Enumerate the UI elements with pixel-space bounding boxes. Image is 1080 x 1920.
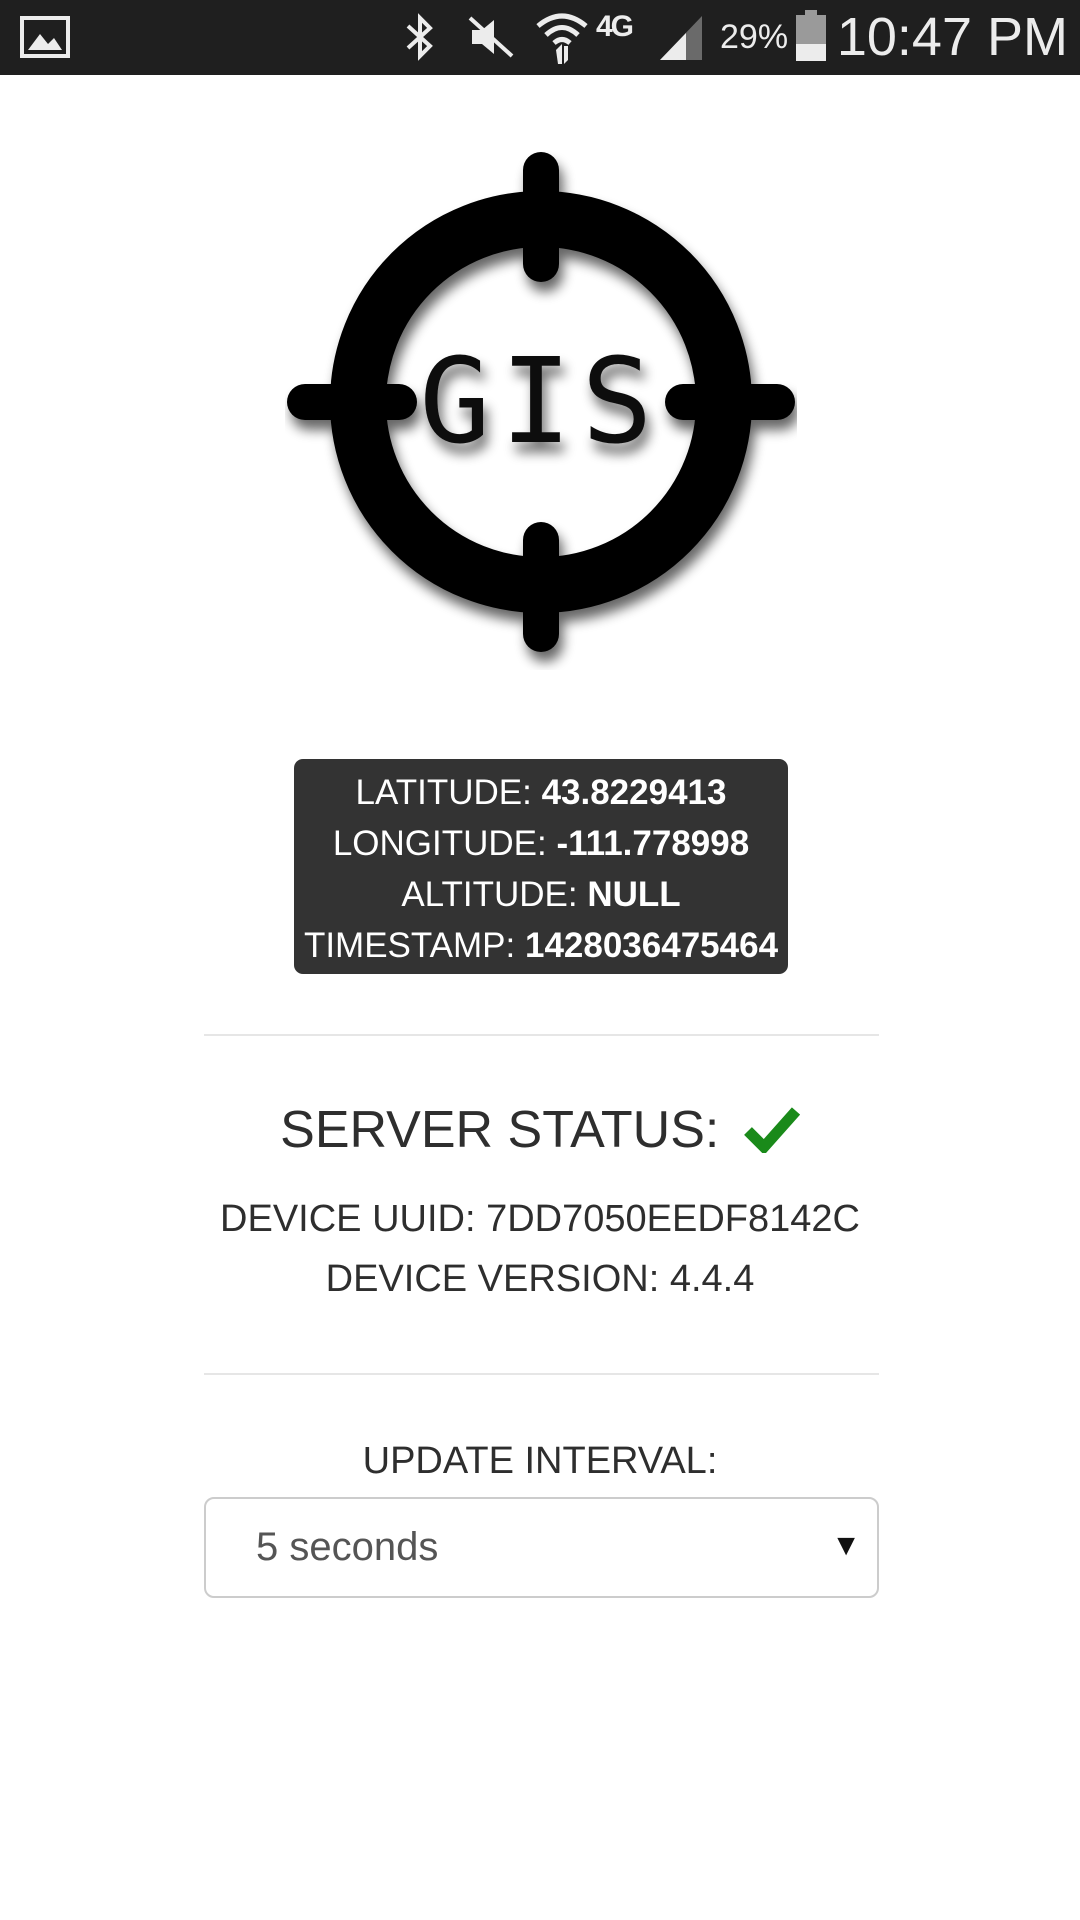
status-bar: 4G 29% 10:47 PM (0, 0, 1080, 75)
network-label: 4G (596, 10, 634, 43)
battery-percent: 29% (720, 18, 789, 56)
server-status-label: SERVER STATUS: (280, 1101, 720, 1159)
coordinates-panel: LATITUDE: 43.8229413 LONGITUDE: -111.778… (294, 759, 788, 974)
update-interval-value: 5 seconds (256, 1525, 439, 1569)
gallery-icon (20, 16, 70, 58)
check-icon (743, 1107, 800, 1153)
clock: 10:47 PM (836, 7, 1068, 67)
divider-top (204, 1034, 879, 1036)
server-status: SERVER STATUS: (0, 1100, 1080, 1160)
timestamp-row: TIMESTAMP: 1428036475464 (294, 920, 788, 971)
longitude-label: LONGITUDE: (332, 824, 547, 863)
divider-bottom (204, 1373, 879, 1375)
update-interval-select[interactable]: 5 seconds ▼ (204, 1497, 879, 1598)
altitude-label: ALTITUDE: (401, 875, 578, 914)
longitude-value: -111.778998 (556, 824, 750, 863)
timestamp-value: 1428036475464 (524, 926, 779, 965)
bluetooth-icon (406, 13, 433, 61)
vibrate-mute-icon (468, 16, 514, 58)
altitude-row: ALTITUDE: NULL (294, 869, 788, 920)
battery-icon (796, 10, 826, 61)
signal-icon (660, 16, 702, 60)
update-interval-label: UPDATE INTERVAL: (362, 1440, 718, 1482)
latitude-value: 43.8229413 (541, 773, 727, 812)
altitude-value: NULL (587, 875, 681, 914)
dropdown-arrow-icon: ▼ (831, 1529, 861, 1562)
longitude-row: LONGITUDE: -111.778998 (294, 818, 788, 869)
logo-text: GIS (419, 332, 662, 470)
device-version: DEVICE VERSION: 4.4.4 (325, 1258, 755, 1300)
wifi-icon (536, 13, 588, 64)
latitude-row: LATITUDE: 43.8229413 (294, 767, 788, 818)
latitude-label: LATITUDE: (355, 773, 532, 812)
device-uuid: DEVICE UUID: 7DD7050EEDF8142C (220, 1198, 860, 1240)
4g-lte-icon: 4G (596, 10, 654, 64)
gis-crosshair-logo: GIS (287, 152, 795, 652)
timestamp-label: TIMESTAMP: (303, 926, 516, 965)
